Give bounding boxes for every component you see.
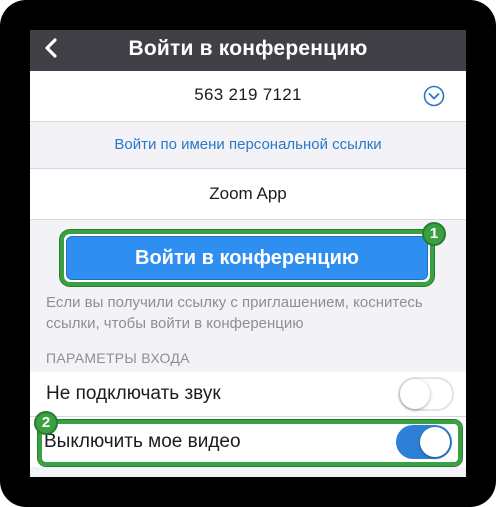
- options-section-header: ПАРАМЕТРЫ ВХОДА: [46, 350, 190, 366]
- mute-audio-toggle[interactable]: [398, 377, 454, 411]
- page-title: Войти в конференцию: [128, 37, 368, 60]
- step-badge-2: 2: [34, 411, 58, 435]
- chevron-down-circle-icon[interactable]: [423, 85, 445, 107]
- personal-link-button[interactable]: Войти по имени персональной ссылки: [30, 136, 466, 153]
- option-label-mute-audio: Не подключать звук: [46, 383, 221, 404]
- join-meeting-button[interactable]: Войти в конференцию: [66, 236, 428, 280]
- device-frame: Войти в конференцию 563 219 7121 Войти п…: [0, 0, 496, 507]
- video-option-highlight: [38, 420, 462, 466]
- toggle-knob: [400, 379, 430, 409]
- join-hint-text: Если вы получили ссылку с приглашением, …: [46, 294, 423, 332]
- title-bar: Войти в конференцию: [30, 30, 466, 71]
- option-row-mute-audio: Не подключать звук: [30, 372, 466, 417]
- display-name-field[interactable]: Zoom App: [30, 168, 466, 220]
- step-badge-1: 1: [422, 222, 446, 246]
- meeting-id-field[interactable]: 563 219 7121: [30, 71, 466, 122]
- app-screen: Войти в конференцию 563 219 7121 Войти п…: [30, 30, 466, 477]
- meeting-id-value: 563 219 7121: [194, 85, 302, 104]
- display-name-value: Zoom App: [209, 184, 287, 203]
- personal-link-row: Войти по имени персональной ссылки: [30, 122, 466, 168]
